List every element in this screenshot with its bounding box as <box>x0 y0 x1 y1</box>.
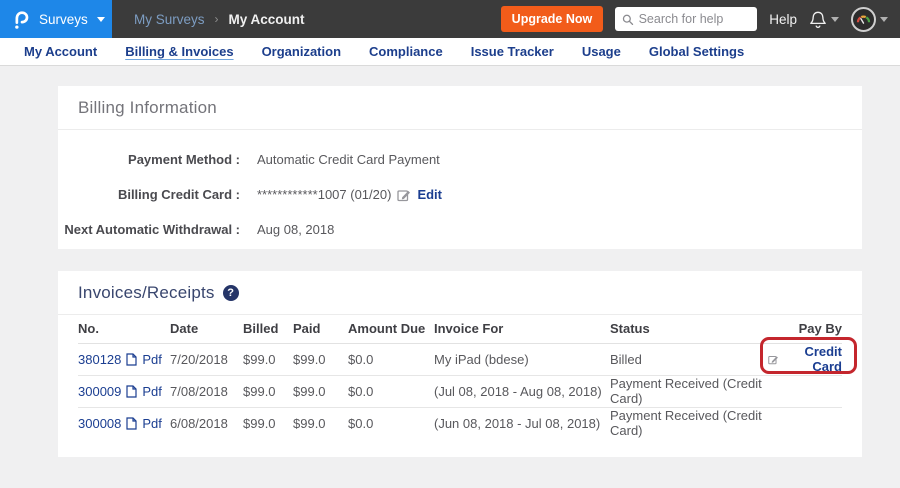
col-no: No. <box>78 315 170 343</box>
invoice-number-link[interactable]: 380128 <box>78 352 121 367</box>
invoice-amount-due: $0.0 <box>348 407 434 439</box>
invoice-pay-by <box>768 407 842 439</box>
breadcrumb-my-account: My Account <box>229 12 305 27</box>
invoice-status: Payment Received (Credit Card) <box>610 407 768 439</box>
pdf-link[interactable]: Pdf <box>142 416 162 431</box>
invoice-paid: $99.0 <box>293 375 348 407</box>
invoice-billed: $99.0 <box>243 375 293 407</box>
col-invoice-for: Invoice For <box>434 315 610 343</box>
col-status: Status <box>610 315 768 343</box>
pdf-link[interactable]: Pdf <box>142 384 162 399</box>
billing-credit-card-row: Billing Credit Card : ************1007 (… <box>58 187 862 202</box>
invoices-table-header-row: No. Date Billed Paid Amount Due Invoice … <box>78 315 842 343</box>
col-billed: Billed <box>243 315 293 343</box>
billing-information-body: Payment Method : Automatic Credit Card P… <box>58 130 862 255</box>
col-pay-by: Pay By <box>768 315 842 343</box>
invoice-date: 7/08/2018 <box>170 375 243 407</box>
next-withdrawal-label: Next Automatic Withdrawal : <box>58 222 240 237</box>
tab-issue-tracker[interactable]: Issue Tracker <box>457 39 568 64</box>
next-withdrawal-value: Aug 08, 2018 <box>257 222 334 237</box>
invoices-receipts-card: Invoices/Receipts ? No. Date Billed Paid… <box>58 271 862 457</box>
col-date: Date <box>170 315 243 343</box>
invoices-receipts-header: Invoices/Receipts ? <box>58 271 862 315</box>
breadcrumb-separator: › <box>215 12 219 26</box>
billing-information-title: Billing Information <box>78 98 217 118</box>
product-label: Surveys <box>39 12 88 27</box>
invoice-billed: $99.0 <box>243 407 293 439</box>
chevron-down-icon <box>831 17 839 22</box>
invoice-row: 300008 Pdf 6/08/2018 $99.0 $99.0 $0.0 (J… <box>78 407 842 439</box>
help-search[interactable] <box>615 7 757 31</box>
invoice-for: (Jul 08, 2018 - Aug 08, 2018) <box>434 375 610 407</box>
tab-usage[interactable]: Usage <box>568 39 635 64</box>
account-nav-tabs: My Account Billing & Invoices Organizati… <box>0 38 900 66</box>
invoice-number-link[interactable]: 300008 <box>78 416 121 431</box>
invoice-row: 300009 Pdf 7/08/2018 $99.0 $99.0 $0.0 (J… <box>78 375 842 407</box>
invoice-number-link[interactable]: 300009 <box>78 384 121 399</box>
tab-my-account[interactable]: My Account <box>10 39 111 64</box>
chevron-down-icon <box>880 17 888 22</box>
tab-billing-invoices[interactable]: Billing & Invoices <box>111 39 247 64</box>
invoice-row: 380128 Pdf 7/20/2018 $99.0 $99.0 $0.0 My… <box>78 343 842 375</box>
credit-card-masked-number: ************1007 (01/20) <box>257 187 391 202</box>
billing-credit-card-value: ************1007 (01/20) Edit <box>257 187 442 202</box>
invoice-pay-by <box>768 375 842 407</box>
questionpro-logo-icon <box>11 9 30 30</box>
product-switcher[interactable]: Surveys <box>0 0 112 38</box>
bell-icon <box>809 10 827 29</box>
payment-method-row: Payment Method : Automatic Credit Card P… <box>58 152 862 167</box>
pdf-icon <box>126 353 137 366</box>
search-icon <box>622 13 633 26</box>
invoice-date: 7/20/2018 <box>170 343 243 375</box>
next-withdrawal-row: Next Automatic Withdrawal : Aug 08, 2018 <box>58 222 862 237</box>
invoices-table: No. Date Billed Paid Amount Due Invoice … <box>78 315 842 439</box>
tab-global-settings[interactable]: Global Settings <box>635 39 758 64</box>
avatar <box>851 7 876 32</box>
invoice-amount-due: $0.0 <box>348 375 434 407</box>
chevron-down-icon <box>97 17 105 22</box>
billing-information-card: Billing Information Payment Method : Aut… <box>58 86 862 249</box>
payment-method-value: Automatic Credit Card Payment <box>257 152 440 167</box>
invoice-for: My iPad (bdese) <box>434 343 610 375</box>
invoice-status: Payment Received (Credit Card) <box>610 375 768 407</box>
col-paid: Paid <box>293 315 348 343</box>
edit-credit-card-link[interactable]: Edit <box>417 187 442 202</box>
pdf-icon <box>126 385 137 398</box>
upgrade-now-button[interactable]: Upgrade Now <box>501 6 604 32</box>
invoice-for: (Jun 08, 2018 - Jul 08, 2018) <box>434 407 610 439</box>
topbar-actions: Upgrade Now Help <box>501 6 900 32</box>
pdf-link[interactable]: Pdf <box>142 352 162 367</box>
help-icon[interactable]: ? <box>223 285 239 301</box>
billing-credit-card-label: Billing Credit Card : <box>58 187 240 202</box>
search-input[interactable] <box>639 12 751 26</box>
top-bar: Surveys My Surveys › My Account Upgrade … <box>0 0 900 38</box>
gauge-icon <box>856 13 871 25</box>
tab-compliance[interactable]: Compliance <box>355 39 457 64</box>
breadcrumb: My Surveys › My Account <box>134 12 305 27</box>
payment-method-label: Payment Method : <box>58 152 240 167</box>
account-menu[interactable] <box>851 7 888 32</box>
notifications-menu[interactable] <box>809 10 839 29</box>
breadcrumb-my-surveys[interactable]: My Surveys <box>134 12 205 27</box>
pay-by-credit-card-link[interactable]: Credit Card <box>784 344 842 374</box>
edit-icon <box>768 353 779 366</box>
pdf-icon <box>126 417 137 430</box>
tab-organization[interactable]: Organization <box>248 39 355 64</box>
help-link[interactable]: Help <box>769 12 797 27</box>
invoice-amount-due: $0.0 <box>348 343 434 375</box>
invoice-billed: $99.0 <box>243 343 293 375</box>
invoice-status: Billed <box>610 343 768 375</box>
col-amount-due: Amount Due <box>348 315 434 343</box>
invoice-date: 6/08/2018 <box>170 407 243 439</box>
billing-information-header: Billing Information <box>58 86 862 130</box>
invoices-receipts-title: Invoices/Receipts <box>78 283 215 303</box>
edit-icon <box>397 188 411 202</box>
invoice-paid: $99.0 <box>293 407 348 439</box>
invoice-paid: $99.0 <box>293 343 348 375</box>
